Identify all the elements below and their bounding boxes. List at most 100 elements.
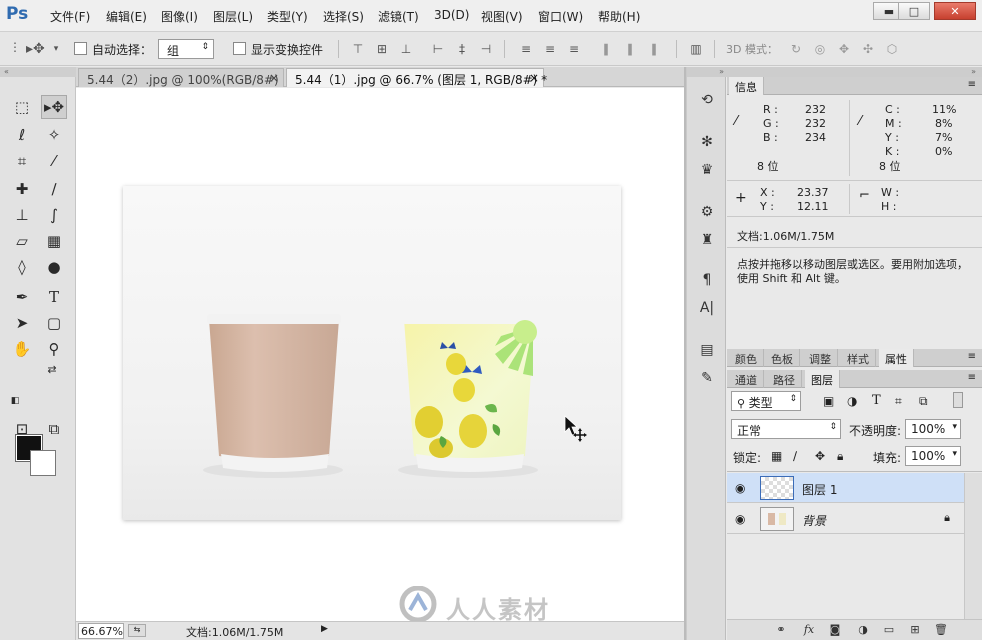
tab-channels[interactable]: 通道 bbox=[729, 370, 764, 388]
status-menu-arrow-icon[interactable]: ▶ bbox=[321, 624, 328, 634]
pen-tool-icon[interactable]: ✒ bbox=[9, 285, 35, 309]
distribute-hcenter-icon[interactable]: ∥ bbox=[622, 41, 638, 57]
menu-window[interactable]: 窗口(W) bbox=[538, 8, 583, 25]
align-hcenter-icon[interactable]: ‡ bbox=[454, 41, 470, 57]
distribute-right-icon[interactable]: ∥ bbox=[646, 41, 662, 57]
lock-transparency-icon[interactable]: ▦ bbox=[771, 449, 782, 463]
distribute-vcenter-icon[interactable]: ≡ bbox=[542, 41, 558, 57]
rectangle-tool-icon[interactable]: ▢ bbox=[41, 311, 67, 335]
dodge-tool-icon[interactable]: ● bbox=[41, 255, 67, 279]
history-panel-icon[interactable]: ⟲ bbox=[695, 89, 719, 111]
align-right-icon[interactable]: ⊣ bbox=[478, 41, 494, 57]
layer-style-fx-icon[interactable]: fx bbox=[801, 623, 817, 638]
delete-layer-icon[interactable]: 🗑︎ bbox=[933, 623, 949, 638]
layer-name[interactable]: 图层 1 bbox=[802, 481, 837, 498]
menu-layer[interactable]: 图层(L) bbox=[213, 8, 253, 25]
menu-file[interactable]: 文件(F) bbox=[50, 8, 90, 25]
tab-layers[interactable]: 图层 bbox=[805, 370, 840, 388]
clone-stamp-tool-icon[interactable]: ⊥ bbox=[9, 203, 35, 227]
move-tool-icon[interactable]: ▸✥ bbox=[41, 95, 67, 119]
brush-settings-icon[interactable]: ✻ bbox=[695, 131, 719, 153]
filter-type-icon[interactable]: T bbox=[872, 393, 881, 408]
menu-help[interactable]: 帮助(H) bbox=[598, 8, 640, 25]
align-left-icon[interactable]: ⊢ bbox=[430, 41, 446, 57]
menu-view[interactable]: 视图(V) bbox=[481, 8, 523, 25]
close-button[interactable]: ✕ bbox=[934, 2, 976, 20]
tab-document-1[interactable]: 5.44（1）.jpg @ 66.7% (图层 1, RGB/8#) * × bbox=[286, 68, 547, 87]
align-top-icon[interactable]: ⊤ bbox=[350, 41, 366, 57]
paragraph-panel-icon[interactable]: ¶ bbox=[695, 269, 719, 291]
menu-type[interactable]: 类型(Y) bbox=[267, 8, 308, 25]
filter-toggle[interactable] bbox=[953, 392, 963, 408]
tab-document-2[interactable]: 5.44（2）.jpg @ 100%(RGB/8#) × bbox=[78, 68, 284, 87]
link-layers-icon[interactable]: ⚭ bbox=[773, 623, 789, 638]
share-icon[interactable]: ⇆ bbox=[128, 624, 146, 637]
3d-slide-icon[interactable]: ✣ bbox=[860, 41, 876, 57]
3d-rotate-icon[interactable]: ↻ bbox=[788, 41, 804, 57]
filter-pixel-icon[interactable]: ▣ bbox=[823, 394, 834, 408]
new-group-icon[interactable]: ▭ bbox=[881, 623, 897, 638]
tab-styles[interactable]: 样式 bbox=[841, 349, 876, 367]
tab-properties[interactable]: 属性 bbox=[879, 349, 914, 367]
layer-name[interactable]: 背景 bbox=[802, 512, 826, 529]
layer-row-background[interactable]: ◉ 背景 🔒︎ bbox=[727, 504, 964, 534]
menu-select[interactable]: 选择(S) bbox=[323, 8, 364, 25]
eyedropper-tool-icon[interactable]: ⁄ bbox=[41, 149, 67, 173]
chevron-down-icon[interactable]: ▾ bbox=[48, 41, 64, 57]
panel-menu-icon[interactable]: ≡ bbox=[968, 372, 976, 383]
new-layer-icon[interactable]: ⊞ bbox=[907, 623, 923, 638]
healing-brush-tool-icon[interactable]: ✚ bbox=[9, 177, 35, 201]
lock-all-icon[interactable]: 🔒︎ bbox=[837, 449, 843, 464]
visibility-eye-icon[interactable]: ◉ bbox=[735, 481, 749, 495]
quick-mask-icon[interactable]: ⊡ bbox=[9, 417, 35, 441]
character-panel-icon[interactable]: A| bbox=[695, 297, 719, 319]
visibility-eye-icon[interactable]: ◉ bbox=[735, 512, 749, 526]
zoom-tool-icon[interactable]: ⚲ bbox=[41, 337, 67, 361]
auto-align-icon[interactable]: ▥ bbox=[688, 41, 704, 57]
menu-image[interactable]: 图像(I) bbox=[161, 8, 198, 25]
menu-edit[interactable]: 编辑(E) bbox=[106, 8, 147, 25]
menu-3d[interactable]: 3D(D) bbox=[434, 8, 469, 22]
align-vcenter-icon[interactable]: ⊞ bbox=[374, 41, 390, 57]
hand-tool-icon[interactable]: ✋ bbox=[9, 337, 35, 361]
distribute-top-icon[interactable]: ≡ bbox=[518, 41, 534, 57]
show-transform-checkbox[interactable] bbox=[233, 42, 246, 55]
distribute-bottom-icon[interactable]: ≡ bbox=[566, 41, 582, 57]
clone-source-icon[interactable]: ♜ bbox=[695, 229, 719, 251]
canvas-area[interactable]: 人人素材 bbox=[76, 88, 684, 621]
auto-select-checkbox[interactable] bbox=[74, 42, 87, 55]
document-image[interactable] bbox=[123, 186, 621, 520]
tab-close-icon[interactable]: × bbox=[269, 71, 279, 85]
notes-panel-icon[interactable]: ✎ bbox=[695, 367, 719, 389]
collapse-icon[interactable]: » bbox=[687, 67, 727, 77]
menu-filter[interactable]: 滤镜(T) bbox=[378, 8, 419, 25]
layer-filter-dropdown[interactable]: ⚲ 类型 ⇕ bbox=[731, 391, 801, 411]
filter-adjustment-icon[interactable]: ◑ bbox=[847, 394, 857, 408]
zoom-field[interactable]: 66.67% bbox=[78, 623, 124, 639]
fill-field[interactable]: 100% ▾ bbox=[905, 446, 961, 466]
brush-tool-icon[interactable]: ∕ bbox=[41, 177, 67, 201]
layers-scrollbar[interactable] bbox=[964, 473, 982, 619]
tab-info[interactable]: 信息 bbox=[729, 77, 764, 95]
panel-menu-icon[interactable]: ≡ bbox=[968, 79, 976, 90]
default-colors-icon[interactable]: ◧ bbox=[8, 394, 22, 408]
crop-tool-icon[interactable]: ⌗ bbox=[9, 149, 35, 173]
marquee-tool-icon[interactable]: ⬚ bbox=[9, 95, 35, 119]
background-color-swatch[interactable] bbox=[30, 450, 56, 476]
add-mask-icon[interactable]: ◙ bbox=[827, 623, 843, 638]
tool-presets-icon[interactable]: ⚙ bbox=[695, 201, 719, 223]
tab-adjustments[interactable]: 调整 bbox=[803, 349, 838, 367]
tab-paths[interactable]: 路径 bbox=[767, 370, 802, 388]
adjustment-layer-icon[interactable]: ◑ bbox=[855, 623, 871, 638]
dock-collapse-icon[interactable]: » bbox=[727, 67, 982, 77]
screen-mode-icon[interactable]: ⧉ bbox=[41, 417, 67, 441]
auto-select-dropdown[interactable]: 组 ⇕ bbox=[158, 39, 214, 59]
lock-position-icon[interactable]: ✥ bbox=[815, 449, 825, 463]
swap-colors-icon[interactable]: ⇄ bbox=[44, 361, 60, 377]
lock-pixels-icon[interactable]: ∕ bbox=[793, 449, 797, 463]
history-brush-tool-icon[interactable]: ∫ bbox=[41, 203, 67, 227]
brush-presets-icon[interactable]: ♛ bbox=[695, 159, 719, 181]
panel-menu-icon[interactable]: ≡ bbox=[968, 351, 976, 362]
layer-comps-icon[interactable]: ▤ bbox=[695, 339, 719, 361]
path-selection-tool-icon[interactable]: ➤ bbox=[9, 311, 35, 335]
